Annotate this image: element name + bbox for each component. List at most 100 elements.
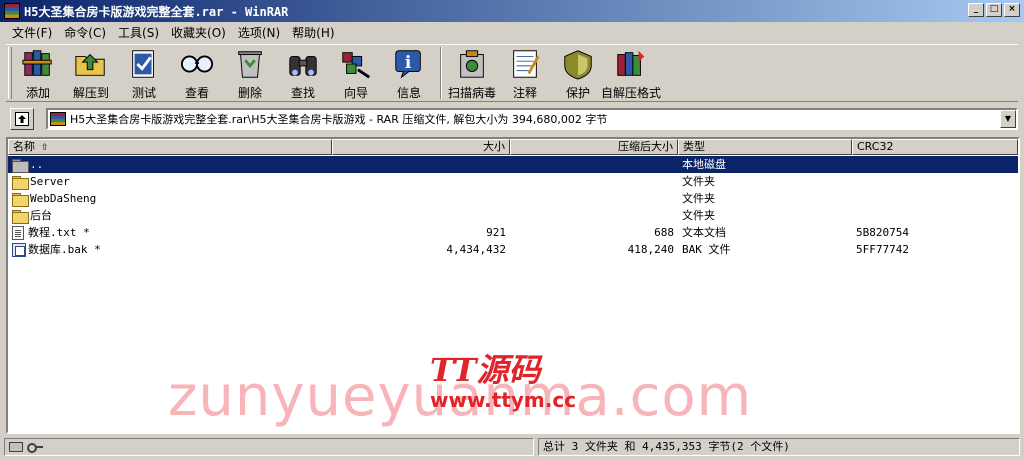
toolbar-button-recycle-bin[interactable]: 删除 bbox=[228, 47, 272, 101]
menu-tools[interactable]: 工具(S) bbox=[112, 24, 165, 41]
cell-packed bbox=[510, 156, 678, 173]
cell-size: 921 bbox=[486, 226, 506, 239]
row-name: .. bbox=[30, 158, 44, 171]
toolbar-button-wand[interactable]: 向导 bbox=[334, 47, 378, 101]
table-row[interactable]: WebDaSheng 文件夹 bbox=[8, 190, 1018, 207]
toolbar-button-check-clipboard[interactable]: 测试 bbox=[122, 47, 166, 101]
toolbar-button-glasses[interactable]: 查看 bbox=[175, 47, 219, 101]
menu-favorites[interactable]: 收藏夹(O) bbox=[165, 24, 232, 41]
cell-crc32: 5B820754 bbox=[856, 226, 909, 239]
toolbar-button-books[interactable]: 添加 bbox=[16, 47, 60, 101]
toolbar-button-shield[interactable]: 保护 bbox=[556, 47, 600, 101]
cell-size: 4,434,432 bbox=[446, 243, 506, 256]
address-field[interactable]: H5大圣集合房卡版游戏完整全套.rar\H5大圣集合房卡版游戏 - RAR 压缩… bbox=[46, 108, 1018, 130]
cell-packed: 688 bbox=[654, 226, 674, 239]
row-name: WebDaSheng bbox=[30, 192, 97, 205]
toolbar-button-sfx-archive[interactable]: 自解压格式 bbox=[601, 47, 661, 101]
sort-up-arrow-icon: ⇧ bbox=[41, 143, 49, 153]
address-dropdown-button[interactable]: ▼ bbox=[1000, 110, 1016, 128]
cell-size bbox=[332, 173, 510, 190]
toolbar-button-label: 查看 bbox=[184, 86, 209, 100]
menu-bar: 文件(F) 命令(C) 工具(S) 收藏夹(O) 选项(N) 帮助(H) bbox=[0, 22, 1024, 42]
toolbar-button-label: 删除 bbox=[237, 86, 262, 100]
drive-icon[interactable] bbox=[9, 442, 23, 452]
toolbar-button-binoculars[interactable]: 查找 bbox=[281, 47, 325, 101]
column-header-type[interactable]: 类型 bbox=[678, 139, 852, 155]
table-row[interactable]: 教程.txt * 921 688 文本文档 5B820754 bbox=[8, 224, 1018, 241]
folder-icon bbox=[12, 192, 29, 207]
wand-icon bbox=[336, 47, 376, 81]
column-header-crc32[interactable]: CRC32 bbox=[852, 139, 1018, 155]
list-header: 名称 ⇧ 大小 压缩后大小 类型 CRC32 bbox=[8, 139, 1018, 155]
up-arrow-icon bbox=[15, 112, 29, 126]
up-folder-button[interactable] bbox=[10, 108, 34, 130]
toolbar-button-info[interactable]: i 信息 bbox=[387, 47, 431, 101]
toolbar: 添加 解压到 测试 查看 删除 查找 向导 i 信息 扫描病毒 注释 保护 自解压格式 bbox=[6, 44, 1018, 102]
cell-type: 文件夹 bbox=[682, 209, 715, 222]
menu-commands[interactable]: 命令(C) bbox=[58, 24, 112, 41]
cell-name: .. bbox=[8, 156, 332, 173]
binoculars-icon bbox=[283, 47, 323, 81]
title-bar: H5大圣集合房卡版游戏完整全套.rar - WinRAR _ □ × bbox=[0, 0, 1024, 22]
table-row[interactable]: .. 本地磁盘 bbox=[8, 156, 1018, 173]
menu-file[interactable]: 文件(F) bbox=[6, 24, 58, 41]
list-rows: .. 本地磁盘 Server 文件夹 WebDaSheng 文件夹 后台 文件夹 教程.txt … bbox=[8, 156, 1018, 258]
cell-name: Server bbox=[8, 173, 332, 190]
toolbar-grip[interactable] bbox=[8, 47, 12, 99]
row-name: 数据库.bak * bbox=[28, 243, 101, 256]
column-header-size[interactable]: 大小 bbox=[332, 139, 510, 155]
books-icon bbox=[18, 47, 58, 81]
minimize-button[interactable]: _ bbox=[968, 3, 984, 17]
maximize-button[interactable]: □ bbox=[986, 3, 1002, 17]
recycle-bin-icon bbox=[230, 47, 270, 81]
cell-name: 后台 bbox=[8, 207, 332, 224]
status-left-pane bbox=[4, 438, 534, 456]
cell-name: 教程.txt * bbox=[8, 224, 332, 241]
bak-file-icon bbox=[12, 242, 26, 257]
info-icon: i bbox=[389, 47, 429, 81]
cell-crc32 bbox=[852, 190, 1018, 207]
notepad-icon bbox=[505, 47, 545, 81]
table-row[interactable]: 数据库.bak * 4,434,432 418,240 BAK 文件 5FF77742 bbox=[8, 241, 1018, 258]
cell-crc32: 5FF77742 bbox=[856, 243, 909, 256]
cell-type: BAK 文件 bbox=[682, 243, 731, 256]
file-list[interactable]: 名称 ⇧ 大小 压缩后大小 类型 CRC32 .. 本地磁盘 Server 文件夹 Web… bbox=[6, 137, 1020, 434]
glasses-icon bbox=[177, 47, 217, 81]
folder-extract-icon bbox=[71, 47, 111, 81]
column-header-name[interactable]: 名称 ⇧ bbox=[8, 139, 332, 155]
cell-packed: 418,240 bbox=[627, 243, 674, 256]
column-header-packed[interactable]: 压缩后大小 bbox=[510, 139, 678, 155]
row-name: 后台 bbox=[30, 209, 52, 222]
table-row[interactable]: 后台 文件夹 bbox=[8, 207, 1018, 224]
menu-help[interactable]: 帮助(H) bbox=[286, 24, 340, 41]
toolbar-button-virus-scan[interactable]: 扫描病毒 bbox=[448, 47, 497, 101]
status-bar: 总计 3 文件夹 和 4,435,353 字节(2 个文件) bbox=[0, 437, 1024, 457]
folder-icon bbox=[12, 175, 29, 190]
table-row[interactable]: Server 文件夹 bbox=[8, 173, 1018, 190]
toolbar-button-label: 扫描病毒 bbox=[448, 86, 497, 100]
address-path: H5大圣集合房卡版游戏完整全套.rar\H5大圣集合房卡版游戏 - RAR 压缩… bbox=[70, 113, 608, 126]
window-controls: _ □ × bbox=[968, 3, 1020, 17]
close-button[interactable]: × bbox=[1004, 3, 1020, 17]
menu-options[interactable]: 选项(N) bbox=[232, 24, 286, 41]
cell-name: WebDaSheng bbox=[8, 190, 332, 207]
toolbar-separator bbox=[440, 47, 442, 99]
toolbar-button-notepad[interactable]: 注释 bbox=[503, 47, 547, 101]
cell-type: 本地磁盘 bbox=[682, 158, 726, 171]
toolbar-button-label: 自解压格式 bbox=[601, 86, 662, 100]
cell-crc32 bbox=[852, 207, 1018, 224]
cell-crc32 bbox=[852, 156, 1018, 173]
sfx-archive-icon bbox=[611, 47, 651, 81]
toolbar-button-label: 信息 bbox=[396, 86, 421, 100]
cell-type: 文本文档 bbox=[682, 226, 726, 239]
shield-icon bbox=[558, 47, 598, 81]
toolbar-button-label: 解压到 bbox=[72, 86, 109, 100]
svg-text:i: i bbox=[405, 53, 412, 73]
toolbar-button-folder-extract[interactable]: 解压到 bbox=[69, 47, 113, 101]
text-file-icon bbox=[12, 225, 24, 240]
key-icon[interactable] bbox=[27, 442, 43, 453]
cell-crc32 bbox=[852, 173, 1018, 190]
cell-size bbox=[332, 156, 510, 173]
watermark-text: zunyueyuanma.com bbox=[168, 364, 753, 429]
cell-packed bbox=[510, 190, 678, 207]
